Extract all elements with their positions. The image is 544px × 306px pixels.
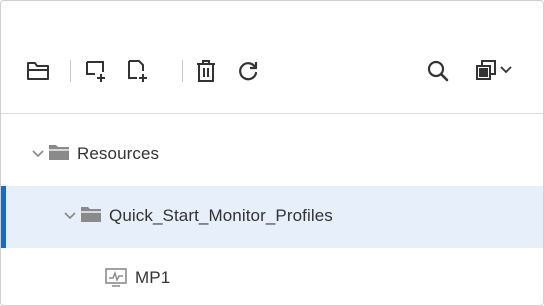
tree-node-label: MP1 bbox=[135, 268, 171, 287]
new-folder-button[interactable] bbox=[23, 49, 53, 93]
view-options-dropdown[interactable] bbox=[471, 49, 521, 93]
new-node-icon bbox=[84, 59, 108, 83]
trash-icon bbox=[195, 59, 217, 83]
tree-node-mp1[interactable]: MP1 bbox=[1, 248, 543, 305]
toolbar-separator bbox=[70, 60, 71, 82]
delete-button[interactable] bbox=[191, 49, 221, 93]
selection-indicator bbox=[1, 186, 6, 248]
tree-node-quick-start-monitor-profiles[interactable]: Quick_Start_Monitor_Profiles bbox=[1, 186, 543, 248]
tree-node-label: Quick_Start_Monitor_Profiles bbox=[109, 206, 333, 225]
tree-toolbar bbox=[1, 49, 543, 93]
refresh-icon bbox=[236, 59, 260, 83]
folder-icon bbox=[48, 142, 70, 167]
chevron-down-icon[interactable] bbox=[31, 147, 45, 161]
tree-node-label: Resources bbox=[77, 144, 160, 163]
toolbar-divider bbox=[1, 113, 543, 114]
monitor-profile-icon bbox=[104, 267, 128, 294]
search-icon bbox=[426, 59, 450, 83]
copy-dropdown-icon bbox=[474, 59, 518, 83]
tree-node-resources[interactable]: Resources bbox=[1, 124, 543, 186]
resource-tree-panel: Resources Quick_Start_Monitor_Profiles M… bbox=[0, 0, 544, 306]
toolbar-separator bbox=[182, 60, 183, 82]
folder-icon bbox=[80, 204, 102, 229]
chevron-down-icon[interactable] bbox=[63, 209, 77, 223]
folder-outline-icon bbox=[26, 60, 50, 82]
new-document-icon bbox=[126, 59, 150, 83]
search-button[interactable] bbox=[423, 49, 453, 93]
new-item-button[interactable] bbox=[123, 49, 153, 93]
new-node-button[interactable] bbox=[81, 49, 111, 93]
refresh-button[interactable] bbox=[233, 49, 263, 93]
